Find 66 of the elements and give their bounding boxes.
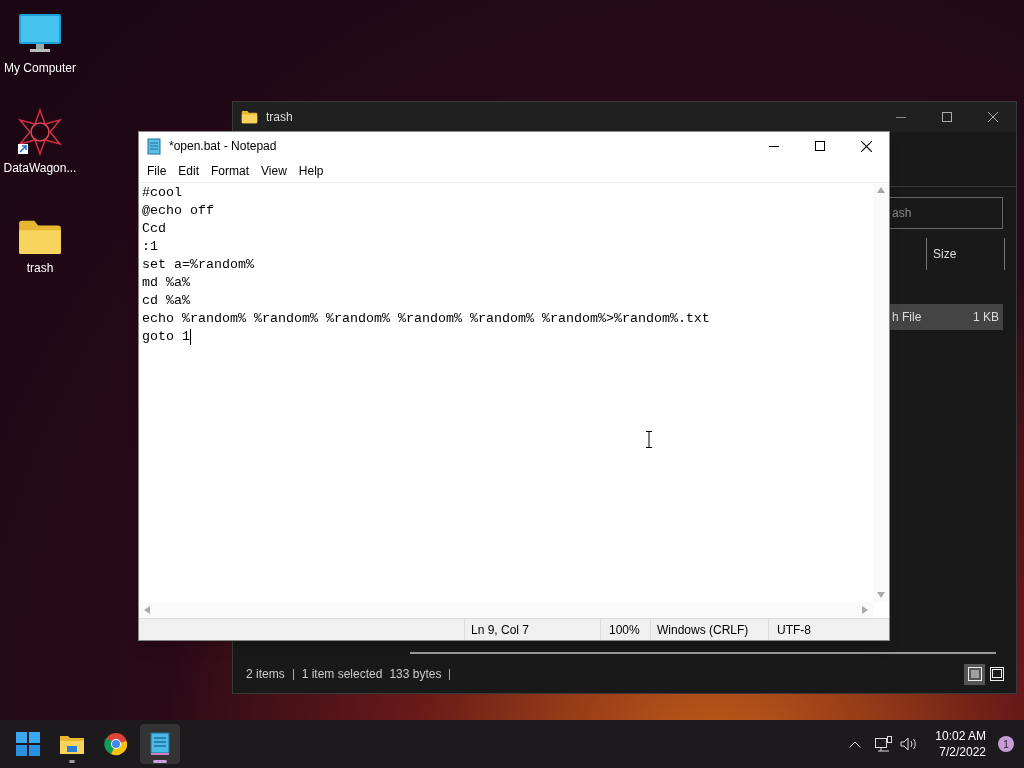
close-icon — [988, 112, 998, 122]
window-icon — [989, 667, 1004, 681]
list-icon — [967, 667, 982, 681]
star-shortcut-icon — [16, 108, 64, 156]
minimize-icon — [769, 145, 779, 147]
zoom-level: 100% — [600, 619, 650, 640]
notepad-icon — [150, 732, 170, 756]
menu-item[interactable]: Help — [292, 162, 330, 180]
window-title: *open.bat - Notepad — [169, 138, 277, 155]
notepad-icon — [147, 137, 161, 155]
chevron-up-icon — [849, 740, 862, 748]
running-indicator — [69, 760, 75, 763]
line-ending: Windows (CRLF) — [650, 619, 768, 640]
file-row[interactable]: h File 1 KB — [890, 304, 1003, 330]
item-count: 2 items — [246, 666, 285, 683]
folder-icon — [59, 733, 85, 755]
selection-size: 133 bytes — [389, 666, 442, 683]
scroll-up-icon — [877, 187, 885, 193]
code-line: Ccd — [142, 220, 166, 238]
desktop-icon-label[interactable]: My Computer — [4, 60, 76, 76]
desktop-icon-label[interactable]: DataWagon... — [3, 160, 77, 176]
desktop-icon-label[interactable]: trash — [26, 260, 54, 276]
window-title: trash — [266, 109, 293, 126]
code-line: set a=%random% — [142, 256, 254, 274]
file-type: h File — [892, 309, 922, 326]
cursor-position: Ln 9, Col 7 — [464, 619, 600, 640]
windows-logo-icon — [16, 732, 40, 756]
selection-info: 1 item selected — [301, 666, 383, 683]
search-field[interactable]: ash — [890, 197, 1003, 229]
code-line: :1 — [142, 238, 158, 256]
encoding: UTF-8 — [768, 619, 868, 640]
browser-icon — [104, 732, 128, 756]
running-indicator — [153, 760, 167, 763]
folder-icon — [241, 110, 258, 124]
clock-date[interactable]: 7/2/2022 — [939, 744, 986, 760]
clock-time[interactable]: 10:02 AM — [935, 728, 986, 744]
volume-icon — [900, 737, 919, 751]
code-line: goto 1 — [142, 328, 190, 346]
maximize-icon — [815, 141, 825, 151]
scroll-right-icon — [862, 606, 868, 614]
close-icon — [860, 140, 872, 152]
text-cursor-icon — [645, 431, 653, 448]
file-size: 1 KB — [973, 309, 999, 326]
scrollbar[interactable] — [410, 652, 996, 654]
notification-badge[interactable]: 1 — [998, 736, 1014, 752]
maximize-icon — [942, 112, 952, 122]
notepad-taskbar-button[interactable] — [140, 724, 180, 764]
scroll-left-icon — [144, 606, 150, 614]
menu-item[interactable]: Edit — [172, 162, 206, 180]
folder-icon — [17, 218, 63, 256]
column-header[interactable]: Size — [926, 238, 1005, 270]
horizontal-scrollbar[interactable] — [139, 602, 873, 618]
minimize-icon — [896, 116, 906, 118]
menu-item[interactable]: File — [141, 162, 173, 180]
menu-item[interactable]: Format — [205, 162, 256, 180]
network-icon — [875, 736, 893, 752]
menu-item[interactable]: View — [255, 162, 293, 180]
details-view-button[interactable] — [964, 663, 985, 685]
code-line: md %a% — [142, 274, 190, 292]
code-line: @echo off — [142, 202, 214, 220]
code-line: echo %random% %random% %random% %random% %random% %random%>%random%.txt — [142, 310, 710, 328]
vertical-scrollbar[interactable] — [873, 183, 889, 602]
text-caret — [190, 329, 191, 345]
code-line: cd %a% — [142, 292, 190, 310]
scroll-down-icon — [877, 592, 885, 598]
code-line: #cool — [142, 184, 182, 202]
